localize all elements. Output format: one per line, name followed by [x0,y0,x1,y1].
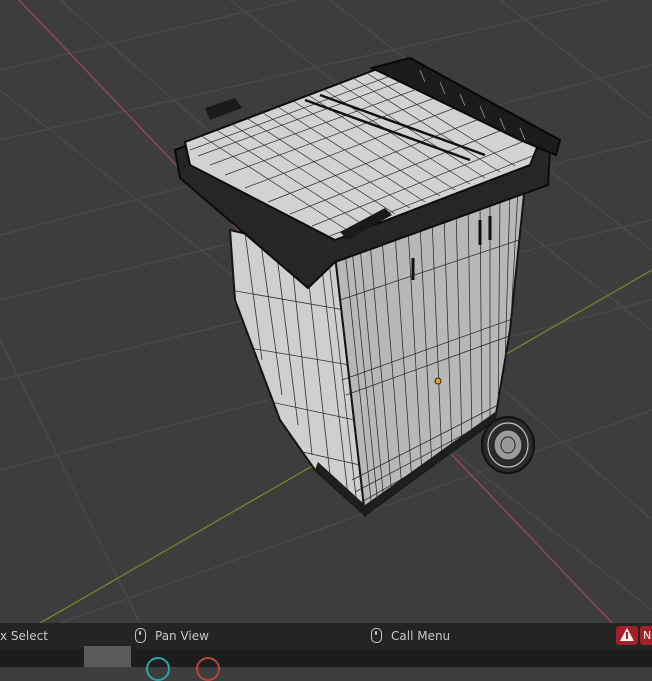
call-menu-label: Call Menu [391,629,451,643]
bin-wheel [481,416,535,474]
bottom-taskbar [0,646,652,681]
object-origin-marker [434,377,442,385]
call-menu-hint: Call Menu [371,623,450,649]
red-circle-icon[interactable] [196,657,220,681]
mouse-right-icon [371,628,382,643]
teal-circle-icon[interactable] [146,657,170,681]
pan-view-label: Pan View [155,629,209,643]
warning-button[interactable] [616,626,638,645]
box-select-hint: x Select [0,629,48,643]
warning-text[interactable]: N [640,626,652,645]
viewport-canvas[interactable] [0,0,652,623]
mouse-middle-icon [135,628,146,643]
pan-view-hint: Pan View [135,623,209,649]
taskbar-tab[interactable] [84,646,131,667]
3d-viewport[interactable] [0,0,652,623]
bin-handle-left [205,98,242,120]
